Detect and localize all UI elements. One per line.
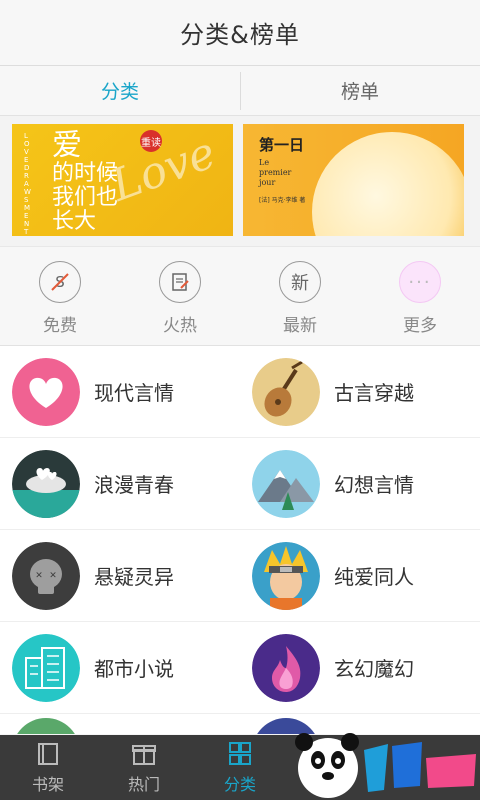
- category-mystery-supernatural[interactable]: ✕ ✕ 悬疑灵异: [0, 530, 240, 621]
- banner-vertical-text: LOVE DRAWS MEN TO: [24, 132, 31, 236]
- banner-left-line1: 爱: [52, 128, 82, 163]
- hot-icon: [159, 261, 201, 303]
- category-label: 幻想言情: [334, 473, 414, 497]
- nav-label: 分类: [223, 774, 256, 794]
- category-label: 古言穿越: [334, 381, 414, 405]
- hearts-cloud-icon: [12, 449, 80, 518]
- category-xuanhuan-magic[interactable]: 玄幻魔幻: [240, 622, 480, 713]
- banner-left-line3: 我们也: [52, 185, 119, 210]
- category-fantasy-romance[interactable]: 幻想言情: [240, 438, 480, 529]
- nav-label: 书架: [31, 774, 64, 794]
- banner-area: LOVE DRAWS MEN TO Love 重读 爱 的时候 我们也 长大 第…: [0, 116, 480, 246]
- svg-text:✕: ✕: [35, 571, 43, 581]
- category-row: 都市小说 玄幻魔幻: [0, 622, 480, 714]
- banner-sun-image: [312, 132, 464, 236]
- category-ancient-time-travel[interactable]: 古言穿越: [240, 346, 480, 437]
- quick-link-hot[interactable]: 火热: [120, 247, 240, 345]
- svg-text:✕: ✕: [49, 571, 57, 581]
- category-urban-novel[interactable]: 都市小说: [0, 622, 240, 713]
- banner-left-title: 爱 的时候 我们也 长大: [52, 130, 118, 234]
- heart-icon: [12, 357, 80, 426]
- nav-category[interactable]: 分类: [192, 735, 288, 800]
- category-row: ✕ ✕ 悬疑灵异 纯爱同人: [0, 530, 480, 622]
- tab-category[interactable]: 分类: [0, 66, 240, 115]
- banner-right-title: 第一日: [259, 136, 305, 154]
- bookshelf-icon: [38, 742, 58, 765]
- banner-book-love[interactable]: LOVE DRAWS MEN TO Love 重读 爱 的时候 我们也 长大: [12, 124, 233, 236]
- tab-ranking[interactable]: 榜单: [240, 66, 480, 115]
- quick-link-label: 更多: [403, 316, 437, 336]
- quick-link-new[interactable]: 新 最新: [240, 247, 360, 345]
- quick-link-free[interactable]: S 免费: [0, 247, 120, 345]
- category-row: 浪漫青春 幻想言情: [0, 438, 480, 530]
- category-label: 都市小说: [94, 657, 174, 681]
- quick-link-more[interactable]: ··· 更多: [360, 247, 480, 345]
- banner-right-subtitle: Le premier jour: [259, 158, 292, 187]
- banner-right-author: [法] 马克·李维 著: [259, 197, 306, 204]
- banner-seal: 重读: [140, 130, 162, 152]
- quick-link-label: 最新: [283, 316, 317, 336]
- tab-bar: 分类 榜单: [0, 66, 480, 116]
- category-fanfiction[interactable]: 纯爱同人: [240, 530, 480, 621]
- category-grid: 现代言情 古言穿越 浪漫青春 幻想言情 ✕ ✕ 悬疑灵异 纯爱同人 都市小说 玄…: [0, 346, 480, 734]
- mountain-icon: [252, 449, 320, 518]
- free-icon: S: [39, 261, 81, 303]
- category-label: 现代言情: [94, 381, 174, 405]
- pipa-icon: [252, 357, 320, 426]
- more-icon: ···: [399, 261, 441, 303]
- skull-icon: ✕ ✕: [12, 541, 80, 610]
- quick-link-label: 火热: [163, 316, 197, 336]
- banner-left-line2: 的时候: [52, 161, 119, 186]
- watermark-logo: [292, 730, 480, 800]
- banner-script-text: Love: [104, 127, 223, 212]
- building-icon: [12, 633, 80, 702]
- category-label: 悬疑灵异: [94, 565, 174, 589]
- grid-icon: [229, 741, 251, 765]
- category-avatar-partial: [12, 718, 80, 734]
- page-title: 分类&榜单: [180, 21, 300, 49]
- quick-links: S 免费 火热 新 最新 ··· 更多: [0, 246, 480, 346]
- banner-book-first-day[interactable]: 第一日 Le premier jour [法] 马克·李维 著: [243, 124, 464, 236]
- new-icon: 新: [279, 261, 321, 303]
- nav-popular[interactable]: 热门: [96, 735, 192, 800]
- flame-icon: [252, 633, 320, 702]
- gift-icon: [132, 744, 156, 765]
- ninja-icon: [252, 541, 320, 610]
- top-header: 分类&榜单: [0, 0, 480, 66]
- category-label: 纯爱同人: [334, 565, 414, 589]
- nav-bookshelf[interactable]: 书架: [0, 735, 96, 800]
- category-label: 玄幻魔幻: [334, 657, 414, 681]
- category-label: 浪漫青春: [94, 473, 174, 497]
- category-row: 现代言情 古言穿越: [0, 346, 480, 438]
- banner-left-line4: 长大: [52, 209, 97, 234]
- category-modern-romance[interactable]: 现代言情: [0, 346, 240, 437]
- category-romantic-youth[interactable]: 浪漫青春: [0, 438, 240, 529]
- quick-link-label: 免费: [43, 316, 77, 336]
- nav-label: 热门: [127, 774, 160, 794]
